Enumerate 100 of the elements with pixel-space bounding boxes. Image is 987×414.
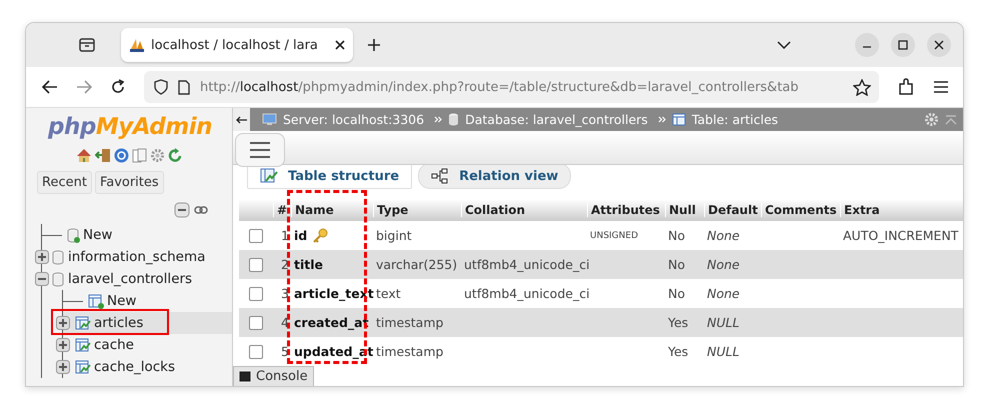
database-icon: [448, 113, 460, 126]
browser-tab[interactable]: localhost / localhost / lara: [121, 28, 353, 62]
row-checkbox[interactable]: [249, 316, 263, 330]
close-icon[interactable]: [335, 40, 345, 50]
console-tab[interactable]: Console: [233, 366, 314, 386]
double-chevron-icon: [658, 116, 666, 123]
database-icon: [52, 272, 65, 286]
tree-item[interactable]: New: [107, 293, 136, 309]
table-cell: timestamp: [376, 315, 444, 330]
menu-button[interactable]: [235, 133, 285, 167]
column-header[interactable]: Name: [291, 203, 373, 217]
table-cell: created_at: [294, 315, 369, 330]
url-text: http://localhost/phpmyadmin/index.php?route=/table/structure&db=laravel_controllers&tab: [200, 80, 800, 94]
table-icon: [75, 316, 91, 330]
table-cell: No: [668, 257, 685, 272]
tab[interactable]: Relation view: [418, 163, 572, 189]
home-icon[interactable]: [76, 148, 92, 163]
table-cell: NULL: [707, 344, 740, 359]
table-cell: title: [294, 257, 323, 272]
address-bar[interactable]: http://localhost/phpmyadmin/index.php?route=/table/structure&db=laravel_controllers&tab: [144, 71, 879, 103]
expand-icon[interactable]: [56, 360, 70, 374]
sidebar-button[interactable]: Favorites: [94, 171, 164, 194]
table-cell: No: [668, 286, 685, 301]
breadcrumb-link[interactable]: Server: localhost:3306: [283, 112, 424, 127]
table-cell: text: [376, 286, 401, 301]
table-cell: 4: [281, 315, 289, 330]
help-icon[interactable]: [114, 148, 129, 163]
breadcrumb-link[interactable]: Table: articles: [692, 112, 778, 127]
column-header[interactable]: Extra: [840, 203, 960, 217]
table-icon: [88, 294, 104, 308]
tree-item[interactable]: cache: [94, 337, 134, 353]
close-icon[interactable]: [927, 33, 951, 57]
breadcrumb-link[interactable]: Database: laravel_controllers: [465, 112, 648, 127]
puzzle-icon[interactable]: [897, 78, 915, 96]
column-header[interactable]: Type: [373, 203, 461, 217]
database-icon: [67, 228, 80, 242]
table-icon: [75, 338, 91, 352]
expand-icon[interactable]: [56, 338, 70, 352]
collapse-all-icon[interactable]: [174, 202, 190, 218]
relation-diagram-icon: [431, 168, 450, 184]
documents-icon[interactable]: [132, 148, 147, 163]
table-cell: NULL: [707, 315, 740, 330]
table-cell: None: [707, 257, 740, 272]
row-checkbox[interactable]: [249, 344, 263, 358]
phpmyadmin-logo[interactable]: phpMyAdmin: [48, 114, 212, 140]
link-icon[interactable]: [194, 206, 208, 214]
table-cell: varchar(255): [376, 257, 458, 272]
table-cell: No: [668, 228, 685, 243]
table-cell: id: [294, 228, 308, 243]
star-icon[interactable]: [853, 78, 871, 96]
chevron-down-icon[interactable]: [777, 41, 791, 49]
table-cell: None: [707, 228, 740, 243]
menu-icon[interactable]: [933, 81, 949, 93]
shield-icon: [154, 79, 168, 95]
tree-item[interactable]: information_schema: [68, 249, 206, 265]
tab-list-icon[interactable]: [79, 38, 95, 52]
table-icon: [672, 113, 686, 126]
gear-icon[interactable]: [150, 148, 165, 163]
table-cell: article_text: [294, 286, 374, 301]
table-cell: timestamp: [376, 344, 444, 359]
exit-door-icon[interactable]: [95, 148, 111, 163]
forward-arrow-icon[interactable]: [76, 80, 92, 94]
table-cell: UNSIGNED: [590, 230, 638, 240]
monitor-icon: [262, 113, 277, 126]
column-header[interactable]: Comments: [761, 203, 840, 217]
tree-item[interactable]: laravel_controllers: [68, 271, 192, 287]
table-cell: utf8mb4_unicode_ci: [464, 286, 590, 301]
page-icon: [178, 80, 190, 94]
tab[interactable]: Table structure: [247, 163, 412, 189]
maximize-icon[interactable]: [891, 33, 915, 57]
column-header[interactable]: Attributes: [587, 203, 665, 217]
table-cell: None: [707, 286, 740, 301]
column-header[interactable]: #: [273, 203, 291, 217]
row-checkbox[interactable]: [249, 228, 263, 242]
column-header[interactable]: Default: [704, 203, 761, 217]
tree-item[interactable]: New: [83, 227, 112, 243]
row-checkbox[interactable]: [249, 286, 263, 300]
tree-item[interactable]: cache_locks: [94, 359, 176, 375]
table-cell: Yes: [668, 315, 688, 330]
table-cell: Yes: [668, 344, 688, 359]
column-header[interactable]: Null: [665, 203, 704, 217]
collapse-icon[interactable]: [35, 272, 49, 286]
table-chart-icon: [260, 168, 278, 184]
expand-icon[interactable]: [35, 250, 49, 264]
column-header[interactable]: Collation: [461, 203, 587, 217]
new-tab-icon[interactable]: [367, 38, 381, 52]
sail-logo-icon: [129, 37, 145, 53]
key-icon: [312, 228, 328, 244]
double-chevron-icon: [434, 116, 442, 123]
back-arrow-icon[interactable]: [42, 80, 58, 94]
reload-icon[interactable]: [110, 79, 126, 95]
terminal-icon: [239, 371, 251, 382]
sidebar-button[interactable]: Recent: [37, 171, 92, 194]
expand-icon[interactable]: [56, 316, 70, 330]
table-cell: bigint: [376, 228, 412, 243]
table-icon: [75, 360, 91, 374]
row-checkbox[interactable]: [249, 258, 263, 272]
table-cell: AUTO_INCREMENT: [843, 228, 958, 243]
database-icon: [52, 250, 65, 264]
menu-icon: [249, 142, 271, 158]
